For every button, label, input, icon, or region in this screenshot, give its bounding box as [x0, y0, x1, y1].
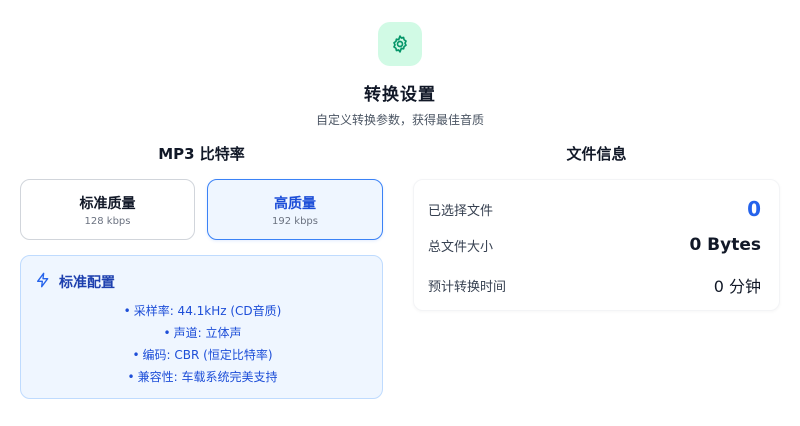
info-label: 总文件大小: [428, 239, 494, 255]
config-header: 标准配置: [35, 272, 115, 292]
lightning-icon: [35, 272, 51, 292]
info-row-estimated-time: 预计转换时间 0 分钟: [428, 273, 761, 297]
bitrate-option-kbps: 128 kbps: [84, 216, 131, 227]
config-item: • 声道: 立体声: [163, 326, 242, 340]
info-label: 预计转换时间: [428, 279, 507, 295]
bitrate-option-label: 高质量: [274, 196, 316, 212]
file-info-card: 已选择文件 0 总文件大小 0 Bytes 预计转换时间 0 分钟: [413, 179, 780, 311]
config-list: • 采样率: 44.1kHz (CD音质) • 声道: 立体声 • 编码: CBR (…: [21, 300, 384, 388]
gear-icon: [378, 22, 422, 66]
config-item: • 采样率: 44.1kHz (CD音质): [123, 304, 282, 318]
page-title: 转换设置: [364, 85, 436, 105]
bitrate-option-label: 标准质量: [79, 196, 136, 212]
bitrate-option-kbps: 192 kbps: [272, 216, 318, 227]
config-item: • 编码: CBR (恒定比特率): [132, 348, 273, 362]
bitrate-section-title: MP3 比特率: [158, 145, 245, 163]
bitrate-option-standard[interactable]: 标准质量 128 kbps: [20, 179, 195, 240]
config-item-text: 兼容性: 车载系统完美支持: [137, 370, 278, 384]
bitrate-option-high[interactable]: 高质量 192 kbps: [207, 179, 383, 240]
config-item-text: 声道: 立体声: [173, 326, 242, 340]
info-row-selected-files: 已选择文件 0: [428, 197, 761, 221]
page-subtitle: 自定义转换参数，获得最佳音质: [315, 113, 484, 127]
config-panel: 标准配置 • 采样率: 44.1kHz (CD音质) • 声道: 立体声 • 编码: …: [20, 255, 383, 399]
header: 转换设置 自定义转换参数，获得最佳音质: [0, 22, 800, 128]
info-row-total-size: 总文件大小 0 Bytes: [428, 235, 761, 255]
estimated-time-value: 0 分钟: [713, 277, 761, 296]
total-size-value: 0 Bytes: [689, 235, 761, 255]
selected-files-count: 0: [747, 197, 761, 221]
config-item-text: 采样率: 44.1kHz (CD音质): [133, 304, 282, 318]
config-item: • 兼容性: 车载系统完美支持: [127, 370, 278, 384]
config-title: 标准配置: [59, 275, 115, 291]
conversion-settings-page: 转换设置 自定义转换参数，获得最佳音质 MP3 比特率 文件信息 标准质量 12…: [0, 0, 800, 426]
info-label: 已选择文件: [428, 203, 494, 219]
file-info-section-title: 文件信息: [566, 145, 627, 163]
config-item-text: 编码: CBR (恒定比特率): [142, 348, 273, 362]
